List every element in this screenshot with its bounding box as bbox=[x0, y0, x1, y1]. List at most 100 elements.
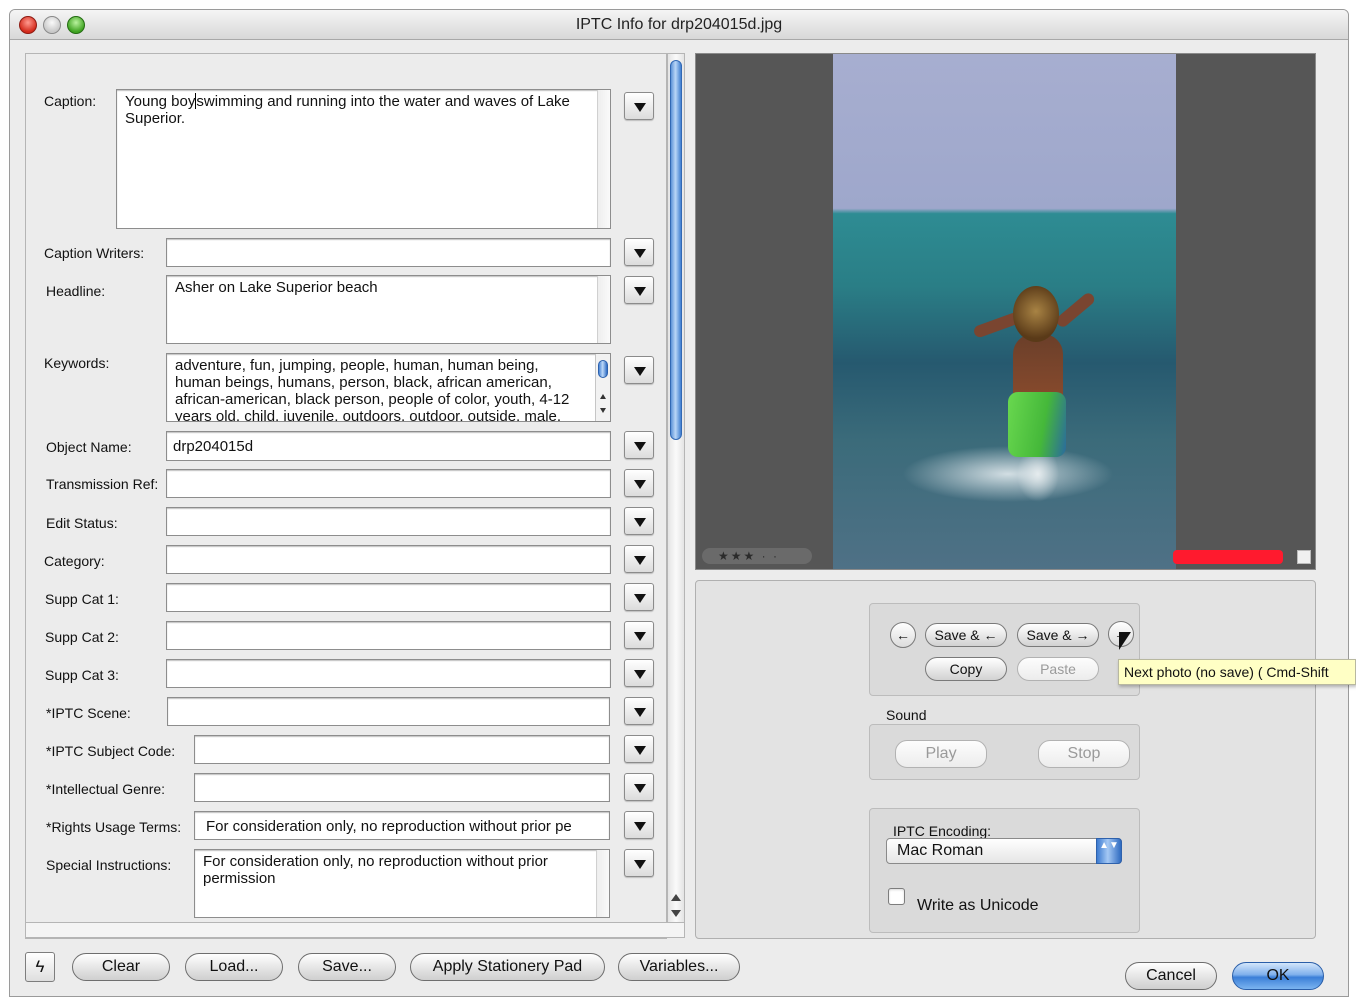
object-name-dropdown-button[interactable] bbox=[624, 431, 654, 459]
mouse-cursor-icon bbox=[1119, 632, 1131, 650]
iptc-scene-label: *IPTC Scene: bbox=[46, 705, 131, 721]
headline-label: Headline: bbox=[46, 283, 106, 299]
transmission-ref-input[interactable] bbox=[166, 469, 611, 498]
write-as-unicode-checkbox[interactable] bbox=[888, 888, 905, 905]
iptc-subject-code-input[interactable] bbox=[194, 735, 610, 764]
caption-label: Caption: bbox=[44, 93, 97, 109]
iptc-encoding-label: IPTC Encoding: bbox=[893, 823, 992, 839]
scroll-up-arrow-icon[interactable] bbox=[671, 894, 681, 901]
rights-usage-terms-label: *Rights Usage Terms: bbox=[46, 819, 182, 835]
caption-dropdown-button[interactable] bbox=[624, 92, 654, 120]
transmission-ref-label: Transmission Ref: bbox=[46, 476, 159, 492]
boy-head bbox=[1013, 286, 1059, 342]
caption-writers-input[interactable] bbox=[166, 238, 611, 267]
clear-button[interactable]: Clear bbox=[72, 953, 170, 981]
keywords-textarea[interactable]: adventure, fun, jumping, people, human, … bbox=[166, 353, 611, 422]
paste-button[interactable]: Paste bbox=[1017, 657, 1099, 681]
transmission-ref-dropdown-button[interactable] bbox=[624, 469, 654, 497]
special-instructions-text: For consideration only, no reproduction … bbox=[203, 853, 548, 887]
minimize-window-button[interactable] bbox=[43, 16, 61, 34]
intellectual-genre-dropdown-button[interactable] bbox=[624, 773, 654, 801]
category-dropdown-button[interactable] bbox=[624, 545, 654, 573]
variables-button[interactable]: Variables... bbox=[618, 953, 740, 981]
special-instructions-textarea[interactable]: For consideration only, no reproduction … bbox=[194, 849, 610, 918]
object-name-label: Object Name: bbox=[46, 439, 132, 455]
save-button[interactable]: Save... bbox=[298, 953, 396, 981]
iptc-scene-input[interactable] bbox=[167, 697, 610, 726]
intellectual-genre-input[interactable] bbox=[194, 773, 610, 802]
preview-corner-icon[interactable] bbox=[1297, 550, 1311, 564]
save-and-next-button[interactable]: Save & → bbox=[1017, 623, 1099, 647]
edit-status-label: Edit Status: bbox=[46, 515, 118, 531]
save-and-prev-button[interactable]: Save & ← bbox=[925, 623, 1007, 647]
supp-cat-2-input[interactable] bbox=[166, 621, 611, 650]
caption-text-before-caret: Young boy bbox=[125, 93, 196, 110]
supp-cat-2-label: Supp Cat 2: bbox=[45, 629, 119, 645]
title-bar[interactable]: IPTC Info for drp204015d.jpg bbox=[10, 10, 1348, 40]
supp-cat-2-dropdown-button[interactable] bbox=[624, 621, 654, 649]
keywords-scroll-up-icon[interactable] bbox=[600, 394, 606, 399]
star-rating[interactable]: ★★★ · · bbox=[702, 548, 812, 564]
headline-dropdown-button[interactable] bbox=[624, 276, 654, 304]
apply-stationery-pad-button[interactable]: Apply Stationery Pad bbox=[410, 953, 605, 981]
caption-writers-dropdown-button[interactable] bbox=[624, 238, 654, 266]
keywords-scrollbar[interactable] bbox=[595, 354, 610, 421]
select-stepper-icon: ▲▼ bbox=[1096, 838, 1122, 864]
caption-scrollbar[interactable] bbox=[597, 90, 610, 228]
special-instructions-dropdown-button[interactable] bbox=[624, 849, 654, 877]
navigation-group bbox=[869, 603, 1140, 696]
iptc-scene-dropdown-button[interactable] bbox=[624, 697, 654, 725]
keywords-label: Keywords: bbox=[44, 355, 110, 371]
caption-textarea[interactable]: Young boyswimming and running into the w… bbox=[116, 89, 611, 229]
prev-photo-button[interactable]: ← bbox=[890, 622, 916, 648]
sound-group-title: Sound bbox=[886, 707, 927, 723]
iptc-encoding-value: Mac Roman bbox=[897, 842, 984, 859]
keywords-scroll-thumb[interactable] bbox=[598, 360, 608, 378]
supp-cat-3-dropdown-button[interactable] bbox=[624, 659, 654, 687]
caption-writers-label: Caption Writers: bbox=[44, 245, 145, 261]
form-scroll-thumb[interactable] bbox=[670, 60, 682, 440]
intellectual-genre-label: *Intellectual Genre: bbox=[46, 781, 166, 797]
copy-button[interactable]: Copy bbox=[925, 657, 1007, 681]
ok-button[interactable]: OK bbox=[1232, 962, 1324, 990]
iptc-encoding-select[interactable]: Mac Roman ▲▼ bbox=[886, 838, 1122, 864]
keywords-dropdown-button[interactable] bbox=[624, 356, 654, 384]
special-instructions-label: Special Instructions: bbox=[46, 857, 172, 873]
next-photo-tooltip: Next photo (no save) ( Cmd-Shift bbox=[1118, 659, 1356, 685]
keywords-text: adventure, fun, jumping, people, human, … bbox=[175, 357, 570, 422]
form-vertical-scrollbar[interactable] bbox=[667, 53, 685, 923]
close-window-button[interactable] bbox=[19, 16, 37, 34]
rights-usage-terms-input[interactable]: For consideration only, no reproduction … bbox=[194, 811, 610, 840]
play-sound-button[interactable]: Play bbox=[895, 740, 987, 768]
supp-cat-3-label: Supp Cat 3: bbox=[45, 667, 119, 683]
zoom-window-button[interactable] bbox=[67, 16, 85, 34]
form-horizontal-scrollbar[interactable] bbox=[25, 922, 685, 938]
special-instructions-scrollbar[interactable] bbox=[596, 850, 609, 917]
rights-usage-terms-dropdown-button[interactable] bbox=[624, 811, 654, 839]
edit-status-dropdown-button[interactable] bbox=[624, 507, 654, 535]
color-label-bar[interactable] bbox=[1173, 550, 1283, 564]
image-preview[interactable]: ★★★ · · bbox=[695, 53, 1316, 570]
iptc-subject-code-label: *IPTC Subject Code: bbox=[46, 743, 176, 759]
object-name-input[interactable]: drp204015d bbox=[166, 431, 611, 461]
supp-cat-1-input[interactable] bbox=[166, 583, 611, 612]
scroll-down-arrow-icon[interactable] bbox=[671, 910, 681, 917]
category-input[interactable] bbox=[166, 545, 611, 574]
window-title: IPTC Info for drp204015d.jpg bbox=[575, 16, 783, 33]
edit-status-input[interactable] bbox=[166, 507, 611, 536]
supp-cat-1-dropdown-button[interactable] bbox=[624, 583, 654, 611]
category-label: Category: bbox=[44, 553, 105, 569]
headline-text: Asher on Lake Superior beach bbox=[175, 279, 378, 296]
load-button[interactable]: Load... bbox=[185, 953, 283, 981]
boy-shorts bbox=[1008, 392, 1066, 457]
stop-sound-button[interactable]: Stop bbox=[1038, 740, 1130, 768]
headline-scrollbar[interactable] bbox=[597, 276, 610, 343]
cancel-button[interactable]: Cancel bbox=[1125, 962, 1217, 990]
keywords-scroll-down-icon[interactable] bbox=[600, 408, 606, 413]
lightning-bolt-button[interactable]: ϟ bbox=[25, 952, 55, 982]
photo-thumbnail bbox=[833, 54, 1176, 569]
supp-cat-3-input[interactable] bbox=[166, 659, 611, 688]
iptc-subject-code-dropdown-button[interactable] bbox=[624, 735, 654, 763]
headline-textarea[interactable]: Asher on Lake Superior beach bbox=[166, 275, 611, 344]
write-as-unicode-label[interactable]: Write as Unicode bbox=[917, 897, 1039, 915]
